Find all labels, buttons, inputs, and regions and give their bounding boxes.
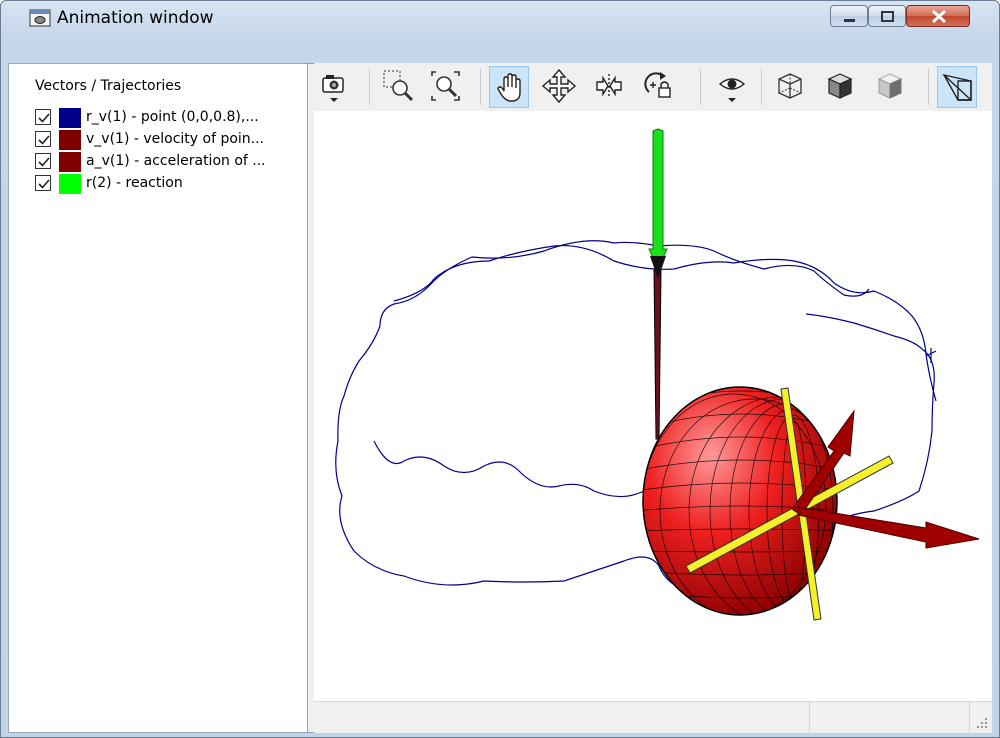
item-checkbox[interactable] [35,109,51,125]
color-swatch [59,108,81,128]
item-label: r_v(1) - point (0,0,0.8),... [86,109,259,125]
checkmark-icon [38,113,50,123]
window-app-icon [29,9,51,27]
minimize-icon [844,19,855,22]
pan-hand-icon [497,73,521,102]
item-checkbox[interactable] [35,153,51,169]
close-button[interactable] [906,5,970,27]
toolbar-separator [369,69,370,105]
maximize-button[interactable] [868,5,906,27]
close-icon [931,9,947,24]
position-vector [653,268,662,440]
eye-view-button[interactable] [712,66,752,108]
wireframe-button[interactable] [770,66,810,108]
toolbar-separator [928,69,929,105]
item-label: r(2) - reaction [86,175,183,191]
minimize-button[interactable] [830,5,868,27]
rotate-locked-button[interactable] [639,66,679,108]
resize-grip-icon[interactable] [976,717,988,729]
maximize-icon [881,11,894,22]
vectors-trajectories-panel: Vectors / Trajectories r_v(1) - point (0… [8,63,308,733]
3d-viewport[interactable] [314,111,992,701]
item-checkbox[interactable] [35,175,51,191]
zoom-fit-icon [431,71,460,101]
item-checkbox[interactable] [35,131,51,147]
toolbar-separator [761,69,762,105]
solid-button[interactable] [820,66,860,108]
list-item[interactable]: r(2) - reaction [35,174,311,194]
ellipsoid-body [642,386,838,616]
item-label: a_v(1) - acceleration of ... [86,153,266,169]
solid-cube-icon [827,73,853,99]
color-swatch [59,174,81,194]
toolbar-separator [700,69,701,105]
list-item[interactable]: a_v(1) - acceleration of ... [35,152,311,172]
status-bar [314,701,992,733]
status-pane [810,702,970,733]
title-bar[interactable]: Animation window [1,1,999,35]
item-label: v_v(1) - velocity of poin... [86,131,265,147]
pan-button[interactable] [489,66,529,108]
rotate-horizontal-button[interactable] [589,66,629,108]
checkmark-icon [38,179,50,189]
animation-window: Animation window Vectors / Trajectories … [0,0,1000,738]
shaded-button[interactable] [870,66,910,108]
animation-scene [335,128,980,621]
position-vector-head [650,256,666,279]
panel-title: Vectors / Trajectories [35,78,182,94]
color-swatch [59,130,81,150]
rotate-horizontal-icon [596,74,622,98]
move-view-icon [541,68,577,104]
rotate-locked-icon [644,72,671,98]
zoom-region-button[interactable] [378,66,418,108]
status-pane [314,702,810,733]
zoom-fit-button[interactable] [426,66,466,108]
zoom-region-icon [383,70,414,102]
trajectory-curve [335,240,935,594]
perspective-projection-icon [942,73,972,101]
toolbar [314,63,992,111]
list-item[interactable]: v_v(1) - velocity of poin... [35,130,311,150]
checkmark-icon [38,157,50,167]
reaction-vector [648,128,668,271]
move-view-button[interactable] [539,66,579,108]
wireframe-cube-icon [778,73,802,99]
camera-button[interactable] [314,66,354,108]
eye-view-dropdown-icon [718,78,746,102]
perspective-button[interactable] [937,66,977,108]
color-swatch [59,152,81,172]
list-item[interactable]: r_v(1) - point (0,0,0.8),... [35,108,311,128]
camera-dropdown-icon [322,75,344,102]
shaded-cube-icon [877,73,903,99]
window-title: Animation window [57,8,214,28]
toolbar-separator [480,69,481,105]
checkmark-icon [38,135,50,145]
